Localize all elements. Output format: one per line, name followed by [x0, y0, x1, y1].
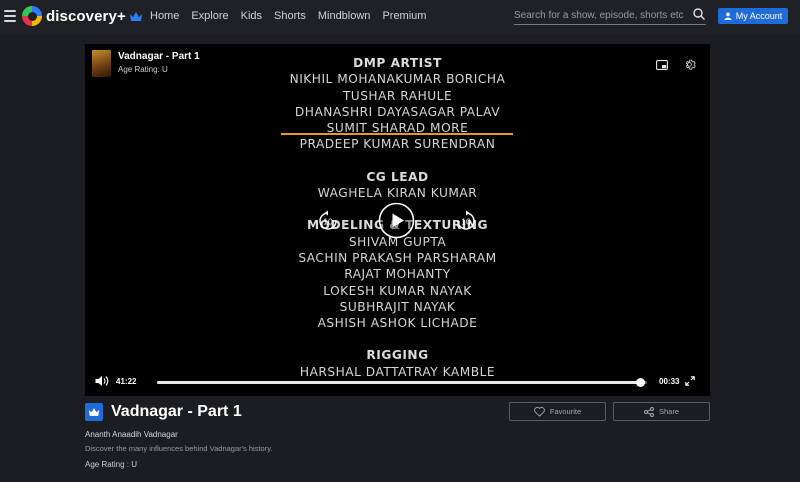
- credits-name: ASHISH ASHOK LICHADE: [317, 316, 478, 331]
- progress-fill: [157, 381, 641, 384]
- forward-seconds: 10: [461, 217, 471, 227]
- my-account-label: My Account: [735, 11, 783, 21]
- credits-name: HARSHAL DATTATRAY KAMBLE: [299, 364, 496, 379]
- premium-crown-badge: [85, 403, 103, 421]
- top-bar: discovery+ Home Explore Kids Shorts Mind…: [0, 0, 800, 34]
- favourite-label: Favourite: [549, 407, 582, 416]
- nav-kids[interactable]: Kids: [241, 10, 262, 22]
- credits-gap: [85, 153, 710, 169]
- brand-name: discovery+: [46, 7, 126, 25]
- credits-heading: CG LEAD: [366, 169, 429, 184]
- play-icon[interactable]: [378, 202, 415, 239]
- time-remaining: 00:33: [659, 377, 680, 386]
- nav-shorts[interactable]: Shorts: [274, 10, 306, 22]
- show-subtitle: Ananth Anaadih Vadnagar: [85, 430, 178, 439]
- search-icon[interactable]: [692, 7, 706, 21]
- credits-name: SACHIN PRAKASH PARSHARAM: [298, 250, 497, 265]
- menu-icon[interactable]: [4, 10, 16, 22]
- nav-premium[interactable]: Premium: [382, 10, 426, 22]
- show-age-rating: Age Rating : U: [85, 460, 138, 469]
- search-input[interactable]: [514, 6, 684, 25]
- share-button[interactable]: Share: [613, 402, 710, 421]
- crown-icon: [129, 11, 142, 21]
- show-description: Discover the many influences behind Vadn…: [85, 444, 273, 453]
- credits-gap: [85, 331, 710, 347]
- search-box: [514, 5, 706, 25]
- share-icon: [643, 406, 654, 417]
- nav-home[interactable]: Home: [150, 10, 179, 22]
- volume-icon[interactable]: [95, 375, 110, 387]
- credits-name: DHANASHRI DAYASAGAR PALAV: [294, 104, 501, 119]
- credits-name: LOKESH KUMAR NAYAK: [323, 283, 472, 298]
- heart-icon: [534, 406, 545, 417]
- nav-mindblown[interactable]: Mindblown: [318, 10, 371, 22]
- brand-logo-mark: [22, 6, 42, 26]
- credits-name: RAJAT MOHANTY: [344, 267, 451, 282]
- highlight-underline: [281, 133, 513, 135]
- show-title: Vadnagar - Part 1: [111, 403, 242, 420]
- credits-heading: RIGGING: [366, 348, 429, 363]
- main-nav: Home Explore Kids Shorts Mindblown Premi…: [150, 10, 426, 22]
- progress-scrubber[interactable]: [636, 378, 646, 387]
- rewind-10-icon[interactable]: 10: [317, 210, 339, 232]
- credits-name: NIKHIL MOHANAKUMAR BORICHA: [289, 72, 506, 87]
- my-account-button[interactable]: My Account: [718, 8, 788, 24]
- credits-name: SUBHRAJIT NAYAK: [339, 299, 456, 314]
- nav-explore[interactable]: Explore: [191, 10, 228, 22]
- crown-icon: [88, 408, 100, 416]
- credits-heading: DMP ARTIST: [353, 56, 442, 70]
- credits-name: TUSHAR RAHULE: [342, 88, 453, 103]
- user-icon: [724, 12, 732, 20]
- forward-10-icon[interactable]: 10: [455, 210, 477, 232]
- progress-track[interactable]: [157, 378, 647, 387]
- credits-name: PRADEEP KUMAR SURENDRAN: [299, 137, 496, 152]
- video-player[interactable]: Vadnagar - Part 1 Age Rating: U DMP ARTI…: [85, 44, 710, 396]
- rewind-seconds: 10: [323, 217, 333, 227]
- brand-logo[interactable]: discovery+: [22, 6, 143, 26]
- favourite-button[interactable]: Favourite: [509, 402, 606, 421]
- credits-name: WAGHELA KIRAN KUMAR: [317, 186, 478, 201]
- fullscreen-icon[interactable]: [685, 376, 695, 386]
- time-elapsed: 41:22: [116, 377, 137, 386]
- share-label: Share: [658, 407, 679, 416]
